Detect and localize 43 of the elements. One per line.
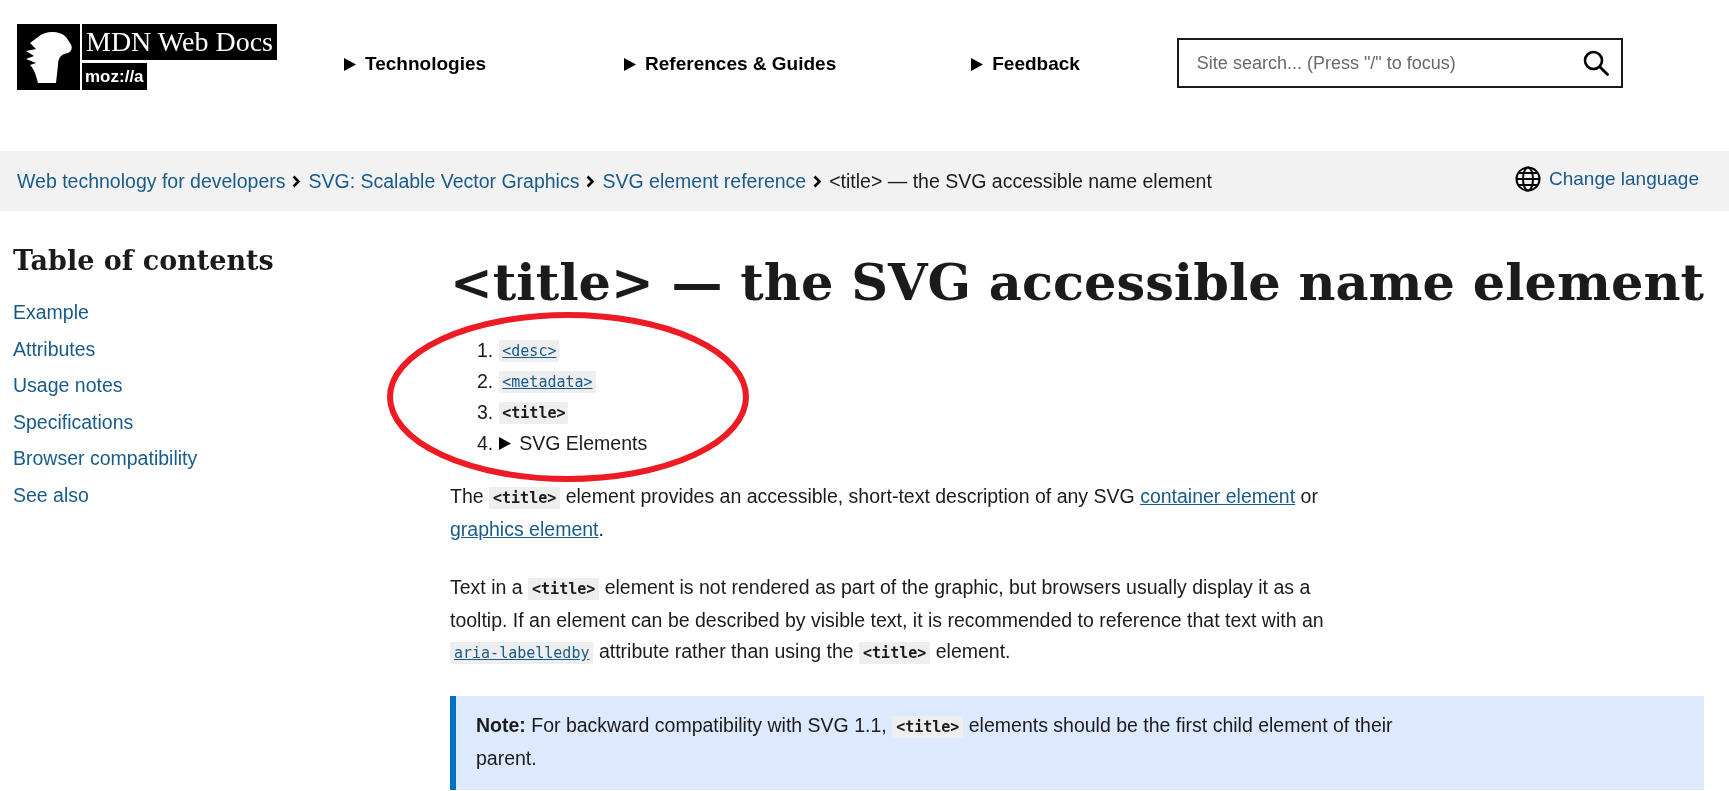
- link[interactable]: graphics element: [450, 518, 599, 540]
- list-number: 2.: [477, 370, 494, 393]
- caret-right-icon: [499, 437, 512, 450]
- search-field[interactable]: Site search... (Press "/" to focus): [1176, 38, 1623, 88]
- nav-menu-toggle[interactable]: Technologies: [344, 53, 487, 75]
- caret-right-icon: [344, 57, 356, 71]
- nav-menu-toggle[interactable]: Feedback: [971, 53, 1080, 75]
- toc-link[interactable]: Usage notes: [13, 374, 123, 396]
- chevron-right-icon: [586, 174, 596, 188]
- chevron-right-icon: [292, 174, 302, 188]
- logo-wordmark[interactable]: MDN Web Docs: [82, 24, 277, 60]
- toc-link[interactable]: Attributes: [13, 337, 96, 360]
- caret-right-icon: [971, 57, 984, 71]
- globe-icon: [1514, 166, 1541, 192]
- brand-logo[interactable]: moz://a: [82, 63, 147, 90]
- nav-menu-toggle[interactable]: References & Guides: [624, 53, 837, 75]
- link[interactable]: container element: [1140, 485, 1296, 507]
- toc-link[interactable]: Specifications: [13, 410, 134, 433]
- list-number: 3.: [477, 401, 494, 424]
- sidebar-heading: Table of contents: [13, 244, 275, 278]
- dinosaur-logo-icon[interactable]: [17, 24, 80, 90]
- paragraph: Text in a <title> element is not rendered as part of the graphic, but browsers usually display it as a tooltip. If an element can be described by visible text, it is recommended to reference that text with an aria-labelledby attribute rather than using the <title> element.: [450, 575, 1325, 666]
- breadcrumb-current: <title> — the SVG accessible name element: [829, 169, 1212, 193]
- search-icon[interactable]: [1582, 50, 1609, 76]
- change-language-button[interactable]: Change language: [1514, 166, 1699, 192]
- breadcrumb-link[interactable]: SVG element reference: [602, 169, 807, 193]
- chevron-right-icon: [813, 174, 823, 188]
- code-link[interactable]: aria-labelledby: [450, 642, 594, 664]
- list-number: 4.: [477, 432, 494, 455]
- page-title: <title> — the SVG accessible name element: [450, 251, 1705, 313]
- toc-link[interactable]: See also: [13, 483, 89, 506]
- toc-link[interactable]: Example: [13, 301, 89, 323]
- toc-link[interactable]: Browser compatibility: [13, 447, 198, 469]
- details-toggle[interactable]: SVG Elements: [499, 432, 648, 455]
- breadcrumb-link[interactable]: Web technology for developers: [17, 169, 286, 193]
- caret-right-icon: [624, 57, 637, 71]
- note-text: Note: For backward compatibility with SVG 1.1, <title> elements should be the first child element of their parent.: [476, 713, 1394, 771]
- paragraph: The <title> element provides an accessible, short-text description of any SVG container element or graphics element.: [450, 484, 1319, 542]
- related-link[interactable]: <desc>: [499, 339, 560, 362]
- related-link[interactable]: <metadata>: [499, 370, 596, 393]
- list-number: 1.: [477, 339, 494, 362]
- breadcrumb-link[interactable]: SVG: Scalable Vector Graphics: [308, 169, 580, 193]
- current-page-label: <title>: [499, 401, 569, 424]
